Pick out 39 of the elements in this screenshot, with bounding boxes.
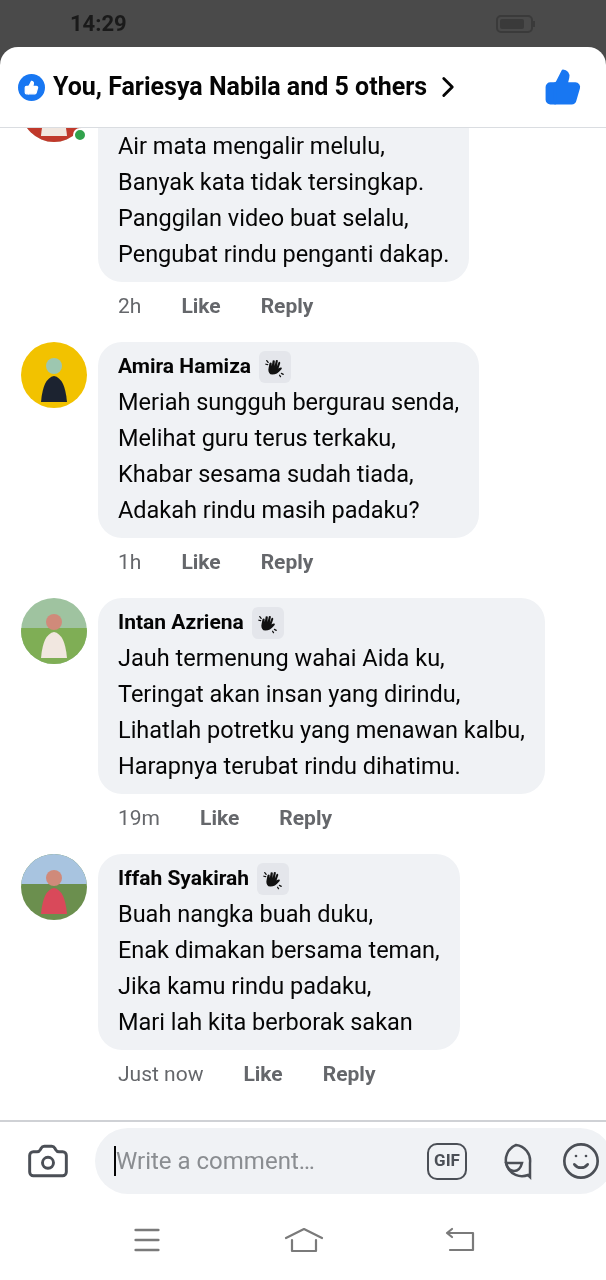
home-icon[interactable] [284, 1227, 324, 1253]
like-button-icon[interactable] [544, 68, 582, 106]
comment-line: Meriah sungguh bergurau senda, [118, 387, 460, 418]
comment-line: Banyak kata tidak tersingkap. [118, 167, 426, 198]
comment-line: Panggilan video buat selalu, [118, 203, 410, 234]
comment-line: Buah nangka buah duku, [118, 899, 374, 930]
reply-link[interactable]: Reply [260, 291, 314, 323]
commenter-name[interactable]: Intan Azriena [118, 607, 244, 639]
like-link[interactable]: Like [181, 291, 221, 323]
comment-time: 19m [118, 805, 161, 833]
reply-link[interactable]: Reply [322, 1059, 376, 1091]
comment-line: Jika kamu rindu padaku, [118, 971, 373, 1002]
comment-line: Adakah rindu masih padaku? [118, 495, 421, 526]
comment-line: Pengubat rindu penganti dakap. [118, 239, 450, 270]
comment-line: Teringat akan insan yang dirindu, [118, 679, 462, 710]
reactions-summary[interactable]: You, Fariesya Nabila and 5 others [53, 68, 428, 106]
comment-field[interactable]: Write a comment… GIF [95, 1128, 606, 1194]
like-link[interactable]: Like [181, 547, 221, 579]
back-icon[interactable] [444, 1227, 476, 1253]
gif-button[interactable]: GIF [427, 1142, 467, 1180]
like-link[interactable]: Like [200, 803, 240, 835]
comment-line: Lihatlah potretku yang menawan kalbu, [118, 715, 525, 746]
comment-line: Khabar sesama sudah tiada, [118, 459, 415, 490]
emoji-icon[interactable] [561, 1141, 601, 1181]
comment-line: Mari lah kita berborak sakan [118, 1007, 414, 1038]
comment-line: Air mata mengalir melulu, [118, 131, 386, 162]
comment-time: 1h [118, 549, 142, 577]
commenter-name[interactable]: Iffah Syakirah [118, 863, 250, 895]
reply-link[interactable]: Reply [279, 803, 333, 835]
comment-line: Harapnya terubat rindu dihatimu. [118, 751, 462, 782]
comment-line: Enak dimakan bersama teman, [118, 935, 440, 966]
comment-time: 2h [118, 293, 142, 321]
comment-line: Jauh termenung wahai Aida ku, [118, 643, 446, 674]
reply-link[interactable]: Reply [260, 547, 314, 579]
comment-time: Just now [118, 1061, 204, 1089]
comment-line: Melihat guru terus terkaku, [118, 423, 397, 454]
like-reaction-icon [18, 73, 45, 101]
like-link[interactable]: Like [243, 1059, 283, 1091]
commenter-name[interactable]: Amira Hamiza [118, 351, 252, 383]
